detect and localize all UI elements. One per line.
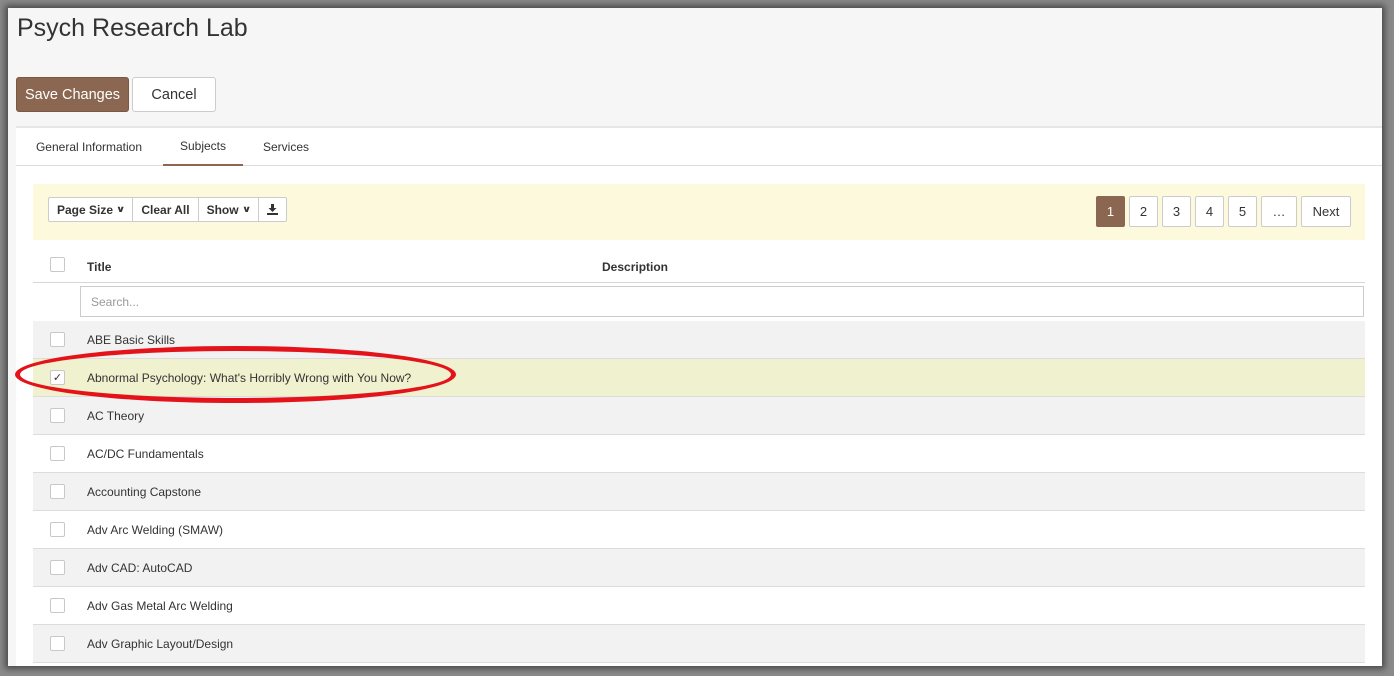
row-title: AC/DC Fundamentals xyxy=(87,447,204,461)
table-row[interactable]: AC Theory xyxy=(33,397,1365,435)
toolbar-button-group: Page Size ∨ Clear All Show ∨ xyxy=(48,197,287,222)
row-title: Accounting Capstone xyxy=(87,485,202,499)
row-checkbox[interactable] xyxy=(50,484,65,499)
cancel-button[interactable]: Cancel xyxy=(132,77,216,112)
tab-bar: General Information Subjects Services xyxy=(16,128,1382,166)
row-checkbox[interactable] xyxy=(50,332,65,347)
row-title: Adv Graphic Layout/Design xyxy=(87,637,234,651)
row-title: Abnormal Psychology: What's Horribly Wro… xyxy=(87,371,412,385)
page-4-button[interactable]: 4 xyxy=(1195,196,1224,227)
app-window: Psych Research Lab Save Changes Cancel G… xyxy=(8,8,1382,666)
clear-all-label: Clear All xyxy=(141,202,190,217)
table-row[interactable]: ✓ Abnormal Psychology: What's Horribly W… xyxy=(33,359,1365,397)
table-row[interactable]: Adv Gas Metal Arc Welding xyxy=(33,587,1365,625)
row-checkbox[interactable] xyxy=(50,560,65,575)
chevron-down-icon: ∨ xyxy=(115,204,126,214)
tab-general-information[interactable]: General Information xyxy=(16,128,162,166)
checkmark-icon: ✓ xyxy=(52,372,63,384)
page-ellipsis-button[interactable]: … xyxy=(1261,196,1297,227)
page-2-button[interactable]: 2 xyxy=(1129,196,1158,227)
show-label: Show xyxy=(206,202,239,217)
row-checkbox[interactable] xyxy=(50,446,65,461)
page-3-button[interactable]: 3 xyxy=(1162,196,1191,227)
table-row[interactable]: Adv CAD: AutoCAD xyxy=(33,549,1365,587)
page-size-dropdown[interactable]: Page Size ∨ xyxy=(49,198,134,221)
column-header-title[interactable]: Title xyxy=(87,260,111,274)
download-icon xyxy=(266,204,278,215)
row-checkbox[interactable] xyxy=(50,598,65,613)
row-title: Adv Gas Metal Arc Welding xyxy=(87,599,233,613)
row-checkbox[interactable]: ✓ xyxy=(50,370,65,385)
row-checkbox[interactable] xyxy=(50,408,65,423)
save-changes-button[interactable]: Save Changes xyxy=(16,77,129,112)
chevron-down-icon: ∨ xyxy=(241,204,252,214)
clear-all-button[interactable]: Clear All xyxy=(133,198,199,221)
next-page-button[interactable]: Next xyxy=(1301,196,1351,227)
row-checkbox[interactable] xyxy=(50,636,65,651)
table-row[interactable]: Adv Arc Welding (SMAW) xyxy=(33,511,1365,549)
table-row[interactable]: Adv Graphic Layout/Design xyxy=(33,625,1365,663)
grid-toolbar: Page Size ∨ Clear All Show ∨ 1 2 3 4 5 …… xyxy=(33,184,1365,240)
show-dropdown[interactable]: Show ∨ xyxy=(199,198,259,221)
title-search-input[interactable] xyxy=(80,286,1364,317)
row-checkbox[interactable] xyxy=(50,522,65,537)
download-button[interactable] xyxy=(259,198,286,221)
row-title: Adv Arc Welding (SMAW) xyxy=(87,523,224,537)
table-row[interactable]: ABE Basic Skills xyxy=(33,321,1365,359)
table-row[interactable]: Accounting Capstone xyxy=(33,473,1365,511)
column-header-description[interactable]: Description xyxy=(602,260,668,274)
content-panel: General Information Subjects Services Pa… xyxy=(16,126,1382,666)
tab-services[interactable]: Services xyxy=(252,128,320,166)
table-body: ABE Basic Skills ✓ Abnormal Psychology: … xyxy=(33,321,1365,663)
page-size-label: Page Size xyxy=(57,202,114,217)
tab-subjects[interactable]: Subjects xyxy=(163,128,243,166)
pagination: 1 2 3 4 5 … Next xyxy=(1096,196,1351,227)
page-1-button[interactable]: 1 xyxy=(1096,196,1125,227)
page-title: Psych Research Lab xyxy=(17,14,248,42)
row-title: ABE Basic Skills xyxy=(87,333,176,347)
table-row[interactable]: AC/DC Fundamentals xyxy=(33,435,1365,473)
page-5-button[interactable]: 5 xyxy=(1228,196,1257,227)
select-all-checkbox[interactable] xyxy=(50,257,65,272)
row-title: AC Theory xyxy=(87,409,145,423)
row-title: Adv CAD: AutoCAD xyxy=(87,561,193,575)
filter-row xyxy=(33,283,1365,321)
table-header: Title Description xyxy=(33,248,1365,283)
